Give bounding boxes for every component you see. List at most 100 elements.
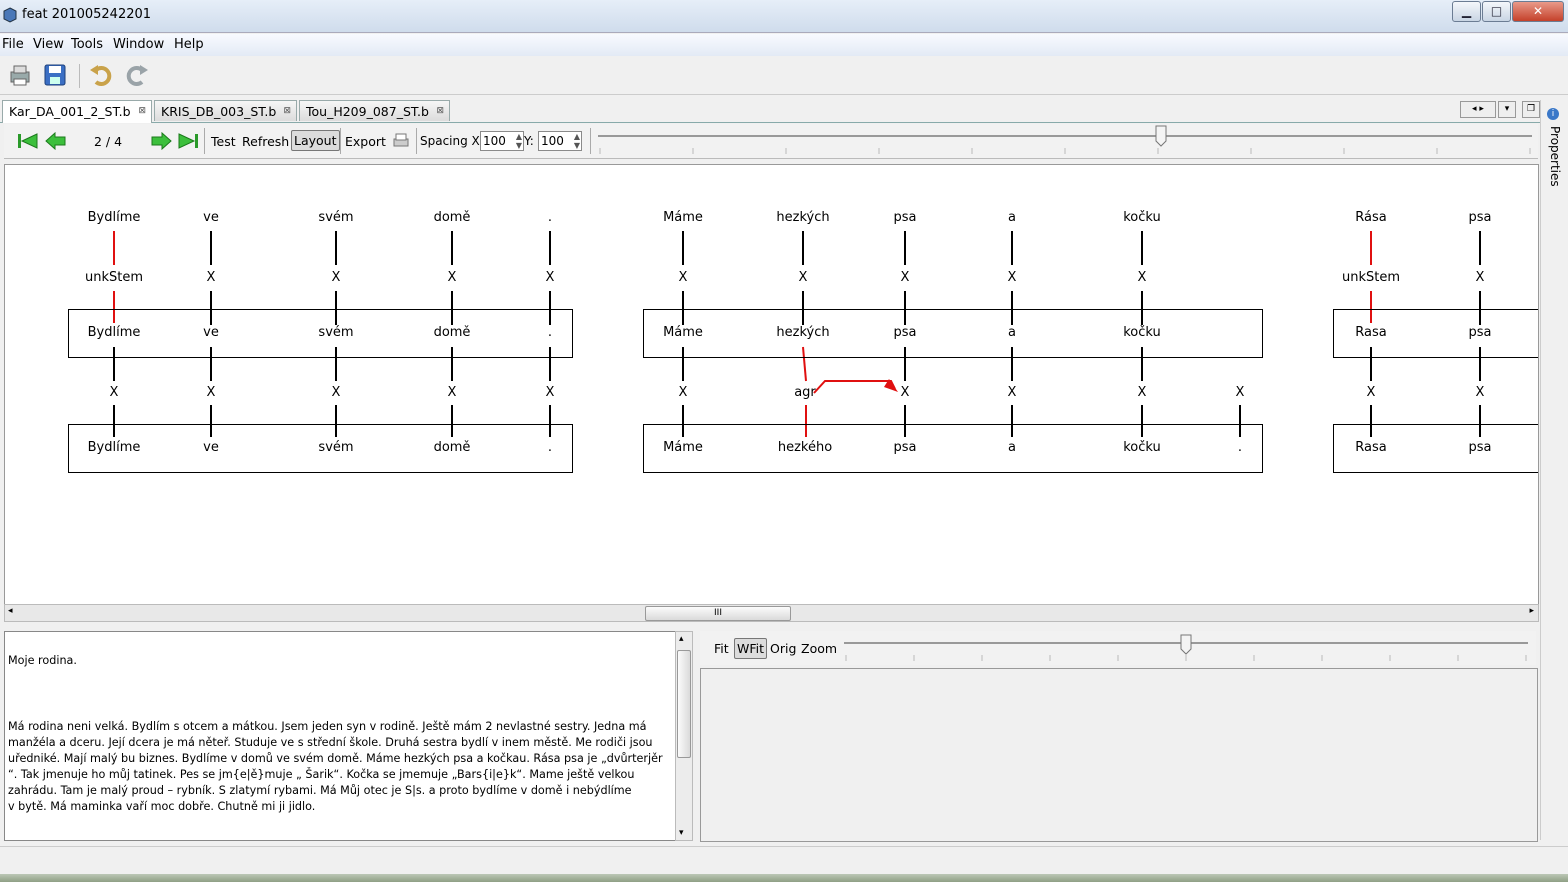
tree-node[interactable]: agr — [794, 385, 816, 400]
tree-node[interactable]: X — [1138, 385, 1147, 400]
tree-node[interactable]: X — [207, 385, 216, 400]
refresh-button[interactable]: Refresh — [242, 134, 289, 149]
export-button[interactable]: Export — [345, 134, 386, 149]
image-zoom-slider[interactable] — [842, 631, 1532, 665]
tree-node[interactable]: X — [1008, 385, 1017, 400]
tree-node[interactable]: unkStem — [1342, 270, 1400, 285]
tree-node[interactable]: . — [548, 325, 552, 340]
image-pane[interactable] — [700, 668, 1538, 842]
tree-node[interactable]: X — [679, 270, 688, 285]
tree-node[interactable]: ve — [203, 440, 219, 455]
tree-node[interactable]: X — [901, 270, 910, 285]
tree-node[interactable]: hezkých — [776, 210, 829, 225]
menu-file[interactable]: File — [2, 37, 24, 52]
next-page-icon[interactable] — [150, 132, 172, 150]
tree-node[interactable]: a — [1008, 440, 1016, 455]
tree-node[interactable]: Rása — [1355, 210, 1386, 225]
tree-node[interactable]: Bydlíme — [88, 440, 141, 455]
first-page-icon[interactable] — [17, 132, 39, 150]
tree-node[interactable]: domě — [434, 325, 471, 340]
tab-close-icon[interactable]: ⊠ — [138, 101, 146, 122]
tree-node[interactable]: hezkých — [776, 325, 829, 340]
tree-node[interactable]: . — [1238, 440, 1242, 455]
tree-node[interactable]: psa — [894, 210, 917, 225]
tree-node[interactable]: ve — [203, 325, 219, 340]
spacing-y-input[interactable]: 100 ▲ ▼ — [538, 131, 582, 151]
tree-node[interactable]: X — [1476, 385, 1485, 400]
vertical-scrollbar[interactable]: ▴ ▾ — [675, 631, 693, 841]
scroll-left-icon[interactable]: ◂ — [8, 606, 13, 616]
tree-node[interactable]: Máme — [663, 210, 703, 225]
tree-node[interactable]: X — [901, 385, 910, 400]
tree-node[interactable]: Rasa — [1355, 325, 1386, 340]
tree-node[interactable]: svém — [318, 325, 353, 340]
tab-close-icon[interactable]: ⊠ — [283, 101, 291, 122]
tree-node[interactable]: svém — [318, 440, 353, 455]
tree-node[interactable]: Máme — [663, 440, 703, 455]
tree-node[interactable]: psa — [894, 440, 917, 455]
tree-node[interactable]: svém — [318, 210, 353, 225]
print-icon[interactable] — [392, 132, 410, 150]
scrollbar-thumb[interactable]: III — [645, 606, 791, 621]
tree-node[interactable]: a — [1008, 325, 1016, 340]
tree-node[interactable]: X — [1236, 385, 1245, 400]
tab-tou-h209[interactable]: Tou_H209_087_ST.b ⊠ — [299, 100, 450, 121]
tree-node[interactable]: . — [548, 440, 552, 455]
tab-scroll-buttons[interactable]: ◂ ▸ — [1460, 101, 1496, 118]
tree-node[interactable]: X — [546, 385, 555, 400]
menu-help[interactable]: Help — [174, 37, 204, 52]
tab-restore-button[interactable]: ❐ — [1522, 101, 1540, 118]
minimize-button[interactable]: ▁ — [1452, 1, 1481, 22]
tree-node[interactable]: kočku — [1123, 210, 1161, 225]
tree-node[interactable]: X — [332, 270, 341, 285]
tree-node[interactable]: psa — [894, 325, 917, 340]
tree-node[interactable]: psa — [1469, 325, 1492, 340]
spacing-x-input[interactable]: 100 ▲ ▼ — [480, 131, 524, 151]
zoom-slider[interactable] — [596, 124, 1536, 158]
tree-node[interactable]: X — [1138, 270, 1147, 285]
tree-node[interactable]: X — [546, 270, 555, 285]
tab-kar-da[interactable]: Kar_DA_001_2_ST.b ⊠ — [2, 100, 152, 123]
tree-node[interactable]: Bydlíme — [88, 210, 141, 225]
text-pane[interactable]: Moje rodina. Má rodina neni velká. Bydlí… — [4, 631, 676, 841]
properties-icon[interactable]: i — [1547, 108, 1559, 120]
last-page-icon[interactable] — [177, 132, 199, 150]
tree-node[interactable]: X — [332, 385, 341, 400]
tree-node[interactable]: domě — [434, 210, 471, 225]
redo-icon[interactable] — [124, 62, 150, 88]
scrollbar-thumb[interactable] — [677, 650, 691, 758]
layout-button[interactable]: Layout — [291, 130, 340, 151]
tab-close-icon[interactable]: ⊠ — [436, 101, 444, 122]
fit-button[interactable]: Fit — [714, 641, 729, 656]
tree-node[interactable]: . — [548, 210, 552, 225]
previous-page-icon[interactable] — [45, 132, 67, 150]
scroll-right-icon[interactable]: ▸ — [1529, 606, 1534, 616]
tree-node[interactable]: X — [799, 270, 808, 285]
tab-list-dropdown[interactable]: ▾ — [1498, 101, 1516, 118]
tree-node[interactable]: hezkého — [778, 440, 832, 455]
tree-node[interactable]: Bydlíme — [88, 325, 141, 340]
tree-node[interactable]: Rasa — [1355, 440, 1386, 455]
tree-node[interactable]: X — [110, 385, 119, 400]
tab-kris-db[interactable]: KRIS_DB_003_ST.b ⊠ — [154, 100, 297, 121]
tree-node[interactable]: ve — [203, 210, 219, 225]
tree-canvas[interactable]: Bydlíme ve svém domě . unkStem X X X X B… — [4, 164, 1539, 606]
tree-node[interactable]: X — [1476, 270, 1485, 285]
tree-node[interactable]: X — [679, 385, 688, 400]
tree-node[interactable]: X — [1367, 385, 1376, 400]
orig-button[interactable]: Orig — [770, 641, 796, 656]
menu-window[interactable]: Window — [113, 37, 164, 52]
maximize-button[interactable]: □ — [1482, 1, 1511, 22]
tree-node[interactable]: kočku — [1123, 325, 1161, 340]
properties-tab[interactable]: Properties — [1548, 126, 1562, 187]
tree-node[interactable]: X — [207, 270, 216, 285]
menu-view[interactable]: View — [33, 37, 64, 52]
tree-node[interactable]: psa — [1469, 440, 1492, 455]
tree-node[interactable]: X — [448, 270, 457, 285]
tree-node[interactable]: unkStem — [85, 270, 143, 285]
tree-node[interactable]: kočku — [1123, 440, 1161, 455]
tree-node[interactable]: psa — [1469, 210, 1492, 225]
print-icon[interactable] — [7, 62, 33, 88]
tree-node[interactable]: a — [1008, 210, 1016, 225]
menu-tools[interactable]: Tools — [71, 37, 103, 52]
